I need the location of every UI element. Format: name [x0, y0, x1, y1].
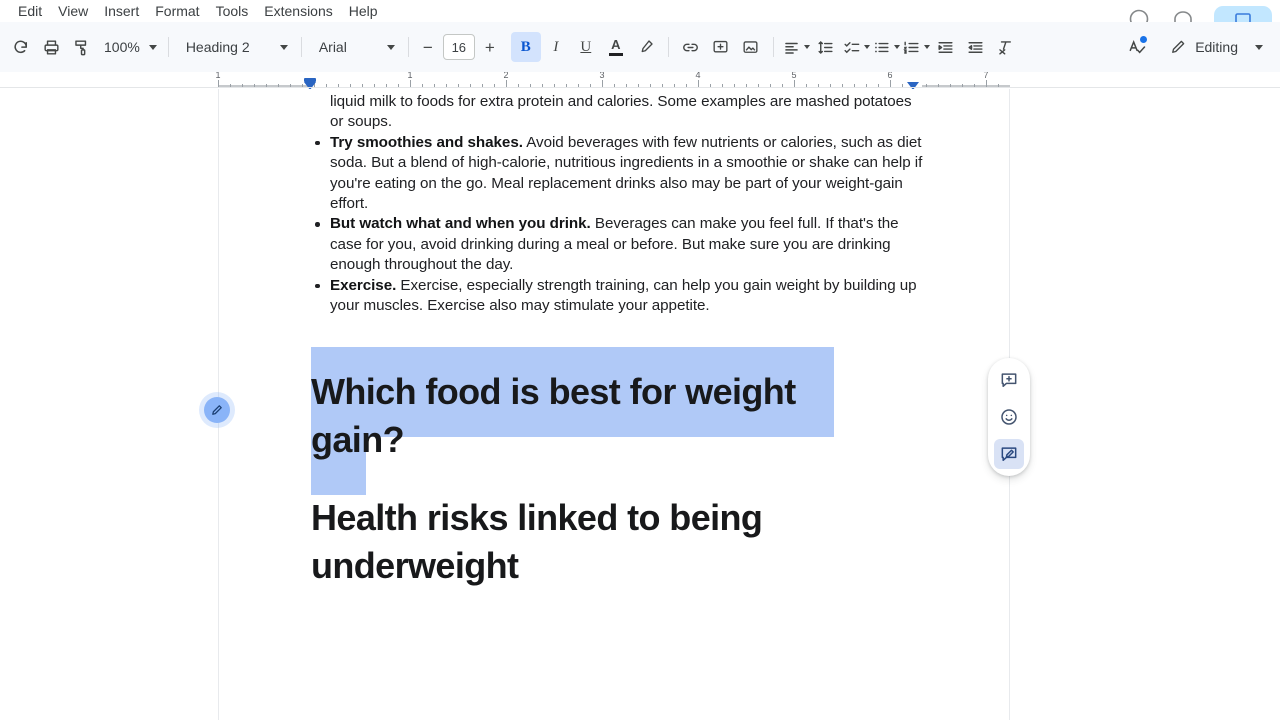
- zoom-control[interactable]: 100%: [96, 32, 161, 62]
- chevron-down-icon: [1255, 44, 1263, 50]
- ruler-number: 5: [791, 72, 797, 80]
- top-right-actions: [1126, 0, 1280, 22]
- suggest-edit-pencil-icon: [210, 403, 224, 417]
- menu-view[interactable]: View: [50, 0, 96, 22]
- toolbar-divider: [407, 37, 409, 57]
- paragraph-style-dropdown[interactable]: Heading 2: [176, 32, 294, 62]
- share-button[interactable]: [1214, 6, 1272, 22]
- ruler-number: 6: [887, 72, 893, 80]
- clear-formatting-icon[interactable]: [991, 32, 1021, 62]
- formatting-toolbar: 100% Heading 2 Arial − 16 + B I U A Edit…: [0, 22, 1280, 72]
- rail-emoji-react[interactable]: [994, 402, 1024, 432]
- toolbar-divider: [300, 37, 302, 57]
- spellcheck-icon[interactable]: [1122, 32, 1152, 62]
- paragraph-continuation[interactable]: liquid milk to foods for extra protein a…: [330, 89, 923, 133]
- underline-label: U: [580, 38, 592, 55]
- menu-extensions[interactable]: Extensions: [256, 0, 340, 22]
- list-item-lead: Try smoothies and shakes.: [330, 133, 523, 151]
- toolbar-divider: [772, 37, 774, 57]
- list-item-text: Exercise. Exercise, especially strength …: [330, 277, 917, 314]
- highlight-pen-icon[interactable]: [631, 32, 661, 62]
- chevron-down-icon: [923, 45, 930, 49]
- toolbar-divider: [167, 37, 169, 57]
- list-item-text: Try smoothies and shakes. Avoid beverage…: [330, 134, 922, 212]
- document-body[interactable]: liquid milk to foods for extra protein a…: [311, 89, 923, 590]
- editing-mode-chevron[interactable]: [1244, 32, 1274, 62]
- list-item[interactable]: But watch what and when you drink. Bever…: [311, 214, 923, 275]
- font-size-decrease-button[interactable]: −: [416, 34, 440, 60]
- editing-mode-button[interactable]: Editing: [1161, 31, 1244, 63]
- font-size-increase-button[interactable]: +: [478, 34, 502, 60]
- zoom-value: 100%: [104, 39, 140, 55]
- italic-button[interactable]: I: [541, 32, 571, 62]
- text-color-swatch: [608, 53, 623, 56]
- heading-next[interactable]: Health risks linked to being underweight: [311, 494, 811, 590]
- toolbar-divider: [667, 37, 669, 57]
- numbered-list-icon[interactable]: [901, 32, 931, 62]
- text-color-button[interactable]: A: [601, 32, 631, 62]
- bold-button[interactable]: B: [510, 32, 541, 62]
- list-item-lead: But watch what and when you drink.: [330, 215, 591, 233]
- menu-bar: Edit View Insert Format Tools Extensions…: [0, 0, 1280, 22]
- editing-mode-label: Editing: [1195, 39, 1238, 55]
- menu-format[interactable]: Format: [147, 0, 207, 22]
- rail-add-comment[interactable]: [994, 365, 1024, 395]
- font-size-input[interactable]: 16: [442, 34, 475, 60]
- ruler-number: 3: [599, 72, 605, 80]
- ruler-number: 1: [215, 72, 221, 80]
- checklist-icon[interactable]: [841, 32, 871, 62]
- comment-icon[interactable]: [1170, 4, 1196, 22]
- font-size-control: − 16 +: [416, 34, 502, 60]
- align-left-icon[interactable]: [781, 32, 811, 62]
- bold-label: B: [520, 38, 531, 55]
- chevron-down-icon: [386, 44, 395, 50]
- chevron-down-icon: [803, 45, 810, 49]
- list-item-lead: Exercise.: [330, 276, 397, 294]
- list-item[interactable]: Try smoothies and shakes. Avoid beverage…: [311, 133, 923, 215]
- print-icon[interactable]: [36, 32, 66, 62]
- paragraph-style-value: Heading 2: [185, 39, 250, 55]
- increase-indent-icon[interactable]: [961, 32, 991, 62]
- menu-tools[interactable]: Tools: [208, 0, 257, 22]
- document-page[interactable]: liquid milk to foods for extra protein a…: [218, 89, 1010, 720]
- add-comment-icon[interactable]: [706, 32, 736, 62]
- italic-label: I: [553, 38, 559, 55]
- tips-bullet-list: Try smoothies and shakes. Avoid beverage…: [311, 133, 923, 317]
- decrease-indent-icon[interactable]: [931, 32, 961, 62]
- text-color-label: A: [611, 37, 621, 52]
- clock-history-icon[interactable]: [1126, 4, 1152, 22]
- underline-button[interactable]: U: [571, 32, 601, 62]
- ruler-number: 7: [983, 72, 989, 80]
- insert-link-icon[interactable]: [676, 32, 706, 62]
- menu-help[interactable]: Help: [341, 0, 386, 22]
- bulleted-list-icon[interactable]: [871, 32, 901, 62]
- menu-edit[interactable]: Edit: [10, 0, 50, 22]
- redo-icon[interactable]: [6, 32, 36, 62]
- chevron-down-icon: [279, 44, 288, 50]
- rail-suggest-edit[interactable]: [994, 439, 1024, 469]
- heading-selected[interactable]: Which food is best for weight gain?: [311, 368, 839, 464]
- pencil-icon: [1169, 38, 1187, 56]
- ruler-baseline: [0, 87, 1280, 88]
- line-spacing-icon[interactable]: [811, 32, 841, 62]
- insert-image-icon[interactable]: [736, 32, 766, 62]
- ruler-number: 2: [503, 72, 509, 80]
- paint-format-icon[interactable]: [66, 32, 96, 62]
- horizontal-ruler[interactable]: 1 1 2 3 4 5 6 7: [0, 72, 1280, 89]
- ruler-number: 1: [407, 72, 413, 80]
- chevron-down-icon: [148, 44, 157, 50]
- font-family-value: Arial: [318, 39, 347, 55]
- suggest-edit-margin-chip[interactable]: [204, 397, 230, 423]
- chevron-down-icon: [893, 45, 900, 49]
- document-canvas[interactable]: liquid milk to foods for extra protein a…: [0, 89, 1280, 720]
- google-docs-window: Edit View Insert Format Tools Extensions…: [0, 0, 1280, 720]
- menu-insert[interactable]: Insert: [96, 0, 147, 22]
- chevron-down-icon: [863, 45, 870, 49]
- list-item-rest: Exercise, especially strength training, …: [330, 276, 917, 315]
- floating-action-rail: [988, 358, 1030, 476]
- font-family-dropdown[interactable]: Arial: [309, 32, 401, 62]
- list-item-text: But watch what and when you drink. Bever…: [330, 215, 899, 273]
- ruler-number: 4: [695, 72, 701, 80]
- list-item[interactable]: Exercise. Exercise, especially strength …: [311, 276, 923, 317]
